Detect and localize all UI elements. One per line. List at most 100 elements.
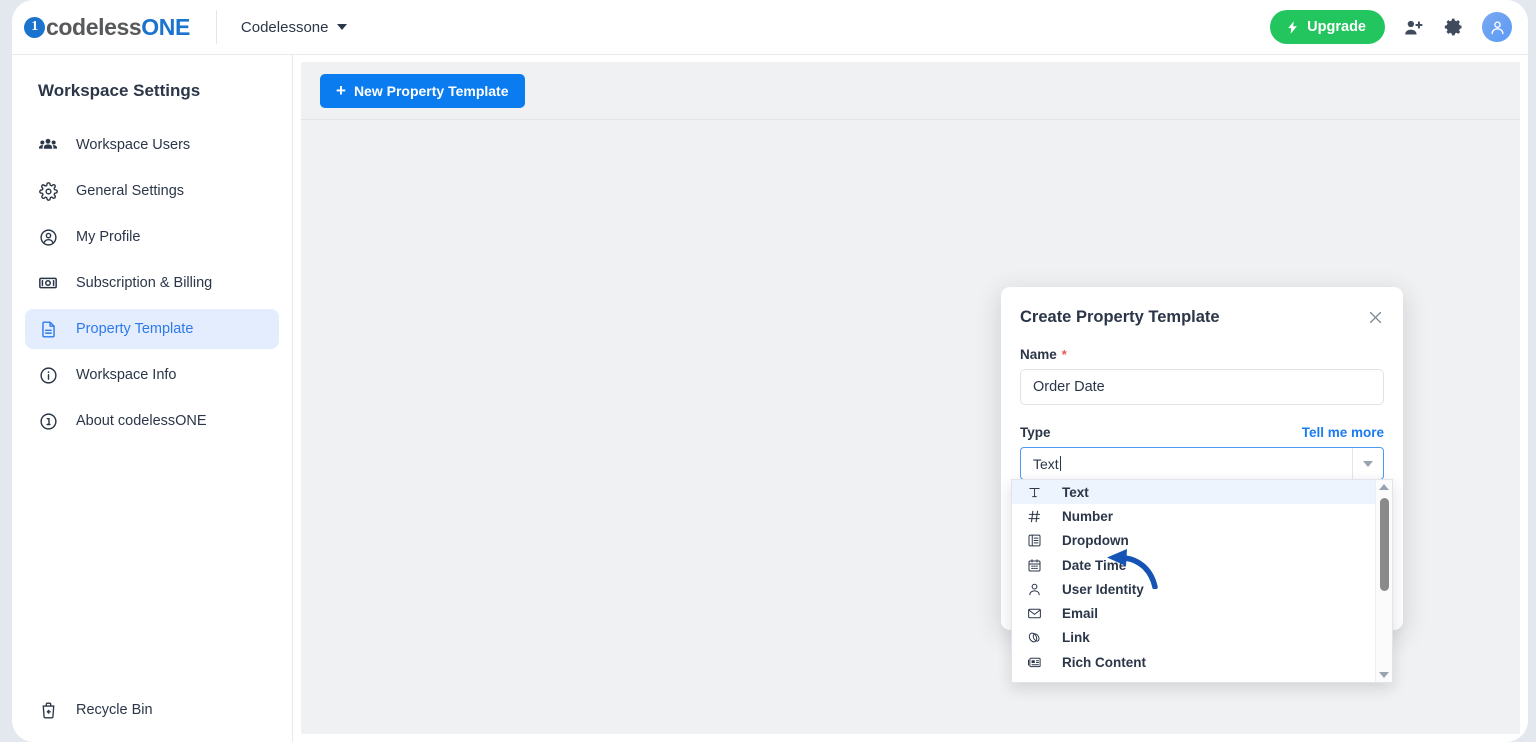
- sidebar-title: Workspace Settings: [38, 81, 201, 100]
- dropdown-option-email[interactable]: Email: [1012, 601, 1375, 625]
- logo-text-one: ONE: [141, 13, 190, 40]
- dropdown-option-dropdown[interactable]: Dropdown: [1012, 529, 1375, 553]
- text-type-icon: [1026, 484, 1042, 500]
- new-property-template-button[interactable]: + New Property Template: [320, 73, 525, 108]
- type-combobox-toggle[interactable]: [1352, 448, 1383, 479]
- dropdown-option-label: Text: [1062, 484, 1089, 500]
- scroll-down-arrow-icon[interactable]: [1379, 672, 1389, 678]
- chevron-down-icon: [337, 24, 348, 30]
- banknote-icon: [38, 273, 58, 293]
- sidebar-item-label: Workspace Info: [76, 367, 177, 383]
- type-combobox-value: Text: [1033, 455, 1059, 472]
- workspace-switcher[interactable]: Codelessone: [241, 19, 348, 36]
- sidebar-item-workspace-info[interactable]: Workspace Info: [25, 355, 279, 395]
- document-icon: [38, 319, 58, 339]
- dropdown-option-date-time[interactable]: Date Time: [1012, 553, 1375, 577]
- content-area: + New Property Template Create Property …: [293, 55, 1528, 742]
- sidebar-item-label: Recycle Bin: [76, 702, 153, 718]
- type-label-row: Type Tell me more: [1020, 425, 1384, 440]
- dropdown-option-label: Email: [1062, 606, 1099, 622]
- invite-user-button[interactable]: [1401, 15, 1426, 40]
- type-field-group: Type Tell me more Text: [1001, 425, 1403, 480]
- type-combobox[interactable]: Text: [1020, 447, 1384, 480]
- topbar-actions: Upgrade: [1270, 10, 1512, 44]
- chevron-down-icon: [1363, 460, 1373, 467]
- person-icon: [1026, 581, 1042, 597]
- type-dropdown-list: Text Number Dropdown Date Time User Iden…: [1011, 479, 1393, 683]
- gear-icon: [1444, 18, 1462, 36]
- envelope-icon: [1026, 606, 1042, 622]
- sidebar: Workspace Settings Workspace Users Gener…: [12, 55, 293, 742]
- dropdown-options: Text Number Dropdown Date Time User Iden…: [1012, 480, 1375, 682]
- scroll-up-arrow-icon[interactable]: [1379, 484, 1389, 490]
- dropdown-option-label: User Identity: [1062, 581, 1144, 597]
- bolt-icon: [1288, 20, 1298, 34]
- rich-content-icon: [1026, 654, 1042, 670]
- tell-me-more-link[interactable]: Tell me more: [1302, 425, 1384, 440]
- dropdown-option-label: Number: [1062, 508, 1114, 524]
- sidebar-item-label: Property Template: [76, 321, 194, 337]
- dropdown-scrollbar[interactable]: [1375, 480, 1392, 682]
- new-property-template-label: New Property Template: [353, 82, 509, 99]
- link-chain-icon: [1026, 630, 1042, 646]
- dropdown-option-label: Link: [1062, 630, 1090, 646]
- main-layout: Workspace Settings Workspace Users Gener…: [12, 55, 1528, 742]
- modal-title: Create Property Template: [1020, 308, 1220, 326]
- close-icon: [1369, 311, 1382, 324]
- top-bar: 1 codeless ONE Codelessone Upgrade: [12, 0, 1528, 55]
- sidebar-item-my-profile[interactable]: My Profile: [25, 217, 279, 257]
- dropdown-option-label: Dropdown: [1062, 533, 1129, 549]
- dropdown-option-link[interactable]: Link: [1012, 626, 1375, 650]
- dropdown-option-label: Rich Content: [1062, 654, 1146, 670]
- add-user-icon: [1405, 20, 1423, 34]
- workspace-name: Codelessone: [240, 18, 329, 36]
- sidebar-item-property-template[interactable]: Property Template: [25, 309, 279, 349]
- user-avatar-icon: [1491, 20, 1503, 34]
- sidebar-item-about-codelessone[interactable]: About codelessONE: [25, 401, 279, 441]
- sidebar-item-subscription-billing[interactable]: Subscription & Billing: [25, 263, 279, 303]
- recycle-bin-icon: [38, 700, 58, 720]
- brand-logo: 1 codeless ONE: [24, 14, 190, 41]
- sidebar-item-workspace-users[interactable]: Workspace Users: [25, 125, 279, 165]
- list-box-icon: [1026, 533, 1042, 549]
- type-combobox-value-wrap: Text: [1021, 455, 1062, 472]
- dropdown-option-number[interactable]: Number: [1012, 504, 1375, 528]
- topbar-divider: [215, 10, 217, 44]
- sidebar-item-label: Subscription & Billing: [76, 275, 213, 291]
- settings-button[interactable]: [1442, 15, 1466, 39]
- logo-text-codeless: codeless: [46, 13, 142, 40]
- text-cursor: [1059, 456, 1062, 471]
- name-label-row: Name *: [1020, 347, 1384, 362]
- required-marker: *: [1061, 347, 1067, 362]
- dropdown-option-user-identity[interactable]: User Identity: [1012, 577, 1375, 601]
- people-group-icon: [38, 135, 58, 155]
- sidebar-item-label: About codelessONE: [76, 413, 207, 429]
- calendar-icon: [1026, 557, 1042, 573]
- user-avatar[interactable]: [1482, 12, 1512, 42]
- info-circle-icon: [38, 365, 58, 385]
- dropdown-option-label: Date Time: [1062, 557, 1127, 573]
- name-input[interactable]: [1020, 369, 1384, 405]
- sidebar-item-general-settings[interactable]: General Settings: [25, 171, 279, 211]
- scrollbar-thumb[interactable]: [1379, 498, 1389, 591]
- gear-icon: [38, 181, 58, 201]
- sidebar-item-recycle-bin[interactable]: Recycle Bin: [25, 690, 279, 730]
- content-toolbar: + New Property Template: [301, 62, 1520, 120]
- sidebar-item-label: My Profile: [76, 229, 141, 245]
- type-label: Type: [1020, 425, 1051, 440]
- name-field-group: Name *: [1001, 347, 1403, 405]
- dropdown-option-rich-content[interactable]: Rich Content: [1012, 650, 1375, 674]
- plus-icon: +: [336, 81, 346, 100]
- sidebar-item-label: Workspace Users: [76, 137, 191, 153]
- app-window: 1 codeless ONE Codelessone Upgrade Works…: [12, 0, 1528, 742]
- user-circle-icon: [38, 227, 58, 247]
- dropdown-option-text[interactable]: Text: [1012, 480, 1375, 505]
- sidebar-item-label: General Settings: [76, 183, 185, 199]
- logo-mark-icon: 1: [24, 16, 45, 38]
- about-icon: [38, 411, 58, 431]
- modal-header: Create Property Template: [1001, 287, 1403, 327]
- upgrade-label: Upgrade: [1307, 19, 1366, 35]
- close-button[interactable]: [1367, 309, 1384, 326]
- upgrade-button[interactable]: Upgrade: [1270, 10, 1385, 44]
